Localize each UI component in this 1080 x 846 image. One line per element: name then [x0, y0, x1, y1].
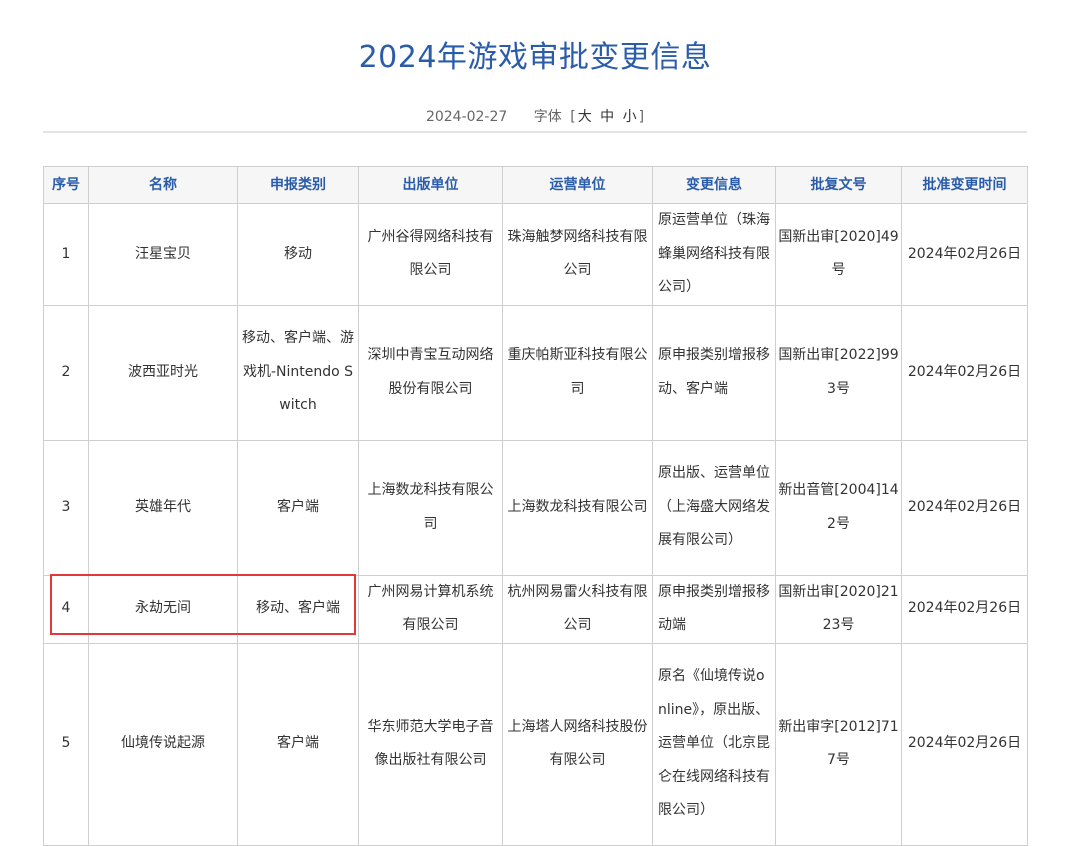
header-operator: 运营单位 [502, 166, 653, 204]
row-change: 原名《仙境传说online》，原出版、运营单位（北京昆仑在线网络科技有限公司） [652, 642, 776, 846]
row-date: 2024年02月26日 [901, 439, 1028, 576]
row-operator: 珠海触梦网络科技有限公司 [502, 203, 653, 306]
publish-date: 2024-02-27 [425, 109, 508, 125]
font-size-switcher: 字体 [大 中 小] [534, 109, 644, 125]
row-no: 4 [43, 574, 89, 644]
row-approval: 国新出审[2022]993号 [775, 304, 902, 441]
table-row: 3 英雄年代 客户端 上海数龙科技有限公司 上海数龙科技有限公司 原出版、运营单… [43, 439, 1028, 576]
header-date: 批准变更时间 [901, 166, 1028, 204]
row-publisher: 上海数龙科技有限公司 [358, 439, 503, 576]
row-date: 2024年02月26日 [901, 574, 1028, 644]
font-size-label: 字体 [533, 109, 562, 125]
row-name: 英雄年代 [88, 439, 238, 576]
row-category: 移动、客户端、游戏机-Nintendo Switch [237, 304, 359, 441]
row-no: 3 [43, 439, 89, 576]
table-row: 4 永劫无间 移动、客户端 广州网易计算机系统有限公司 杭州网易雷火科技有限公司… [43, 574, 1028, 644]
table-header-row: 序号 名称 申报类别 出版单位 运营单位 变更信息 批复文号 批准变更时间 [43, 166, 1028, 204]
row-operator: 杭州网易雷火科技有限公司 [502, 574, 653, 644]
row-name: 永劫无间 [88, 574, 238, 644]
row-category: 移动 [237, 203, 359, 306]
row-date: 2024年02月26日 [901, 203, 1028, 306]
article-meta: 2024-02-27 字体 [大 中 小] [0, 106, 1070, 126]
row-change: 原申报类别增报移动端 [652, 574, 776, 644]
row-no: 5 [43, 642, 89, 846]
row-approval: 新出音管[2004]142号 [775, 439, 902, 576]
header-approval: 批复文号 [775, 166, 902, 204]
row-change: 原出版、运营单位（上海盛大网络发展有限公司） [652, 439, 776, 576]
row-approval: 国新出审[2020]49号 [775, 203, 902, 306]
row-no: 2 [43, 304, 89, 441]
row-category: 客户端 [237, 439, 359, 576]
font-size-medium-link[interactable]: 中 [598, 109, 616, 125]
row-publisher: 华东师范大学电子音像出版社有限公司 [358, 642, 503, 846]
row-change: 原运营单位（珠海蜂巢网络科技有限公司） [652, 203, 776, 306]
row-operator: 上海数龙科技有限公司 [502, 439, 653, 576]
table-row: 5 仙境传说起源 客户端 华东师范大学电子音像出版社有限公司 上海塔人网络科技股… [43, 642, 1028, 846]
page-title: 2024年游戏审批变更信息 [358, 40, 712, 75]
header-name: 名称 [88, 166, 238, 204]
font-size-small-link[interactable]: 小 [621, 109, 639, 125]
row-category: 移动、客户端 [237, 574, 359, 644]
bracket-close: ] [638, 109, 645, 125]
row-date: 2024年02月26日 [901, 642, 1028, 846]
row-name: 仙境传说起源 [88, 642, 238, 846]
bracket-open: [ [570, 109, 576, 125]
row-operator: 上海塔人网络科技股份有限公司 [502, 642, 653, 846]
row-category: 客户端 [237, 642, 359, 846]
row-approval: 国新出审[2020]2123号 [775, 574, 902, 644]
font-size-large-link[interactable]: 大 [576, 109, 594, 125]
table-row: 2 波西亚时光 移动、客户端、游戏机-Nintendo Switch 深圳中青宝… [43, 304, 1028, 441]
row-name: 汪星宝贝 [88, 203, 238, 306]
table-row: 1 汪星宝贝 移动 广州谷得网络科技有限公司 珠海触梦网络科技有限公司 原运营单… [43, 203, 1028, 306]
row-operator: 重庆帕斯亚科技有限公司 [502, 304, 653, 441]
row-publisher: 广州网易计算机系统有限公司 [358, 574, 503, 644]
header-publisher: 出版单位 [358, 166, 503, 204]
header-change: 变更信息 [652, 166, 776, 204]
row-name: 波西亚时光 [88, 304, 238, 441]
row-change: 原申报类别增报移动、客户端 [652, 304, 776, 441]
row-publisher: 广州谷得网络科技有限公司 [358, 203, 503, 306]
header-no: 序号 [43, 166, 89, 204]
title-divider [43, 131, 1027, 133]
row-date: 2024年02月26日 [901, 304, 1028, 441]
header-category: 申报类别 [237, 166, 359, 204]
row-approval: 新出审字[2012]717号 [775, 642, 902, 846]
approval-table: 序号 名称 申报类别 出版单位 运营单位 变更信息 批复文号 批准变更时间 1 … [43, 166, 1028, 846]
row-publisher: 深圳中青宝互动网络股份有限公司 [358, 304, 503, 441]
row-no: 1 [43, 203, 89, 306]
